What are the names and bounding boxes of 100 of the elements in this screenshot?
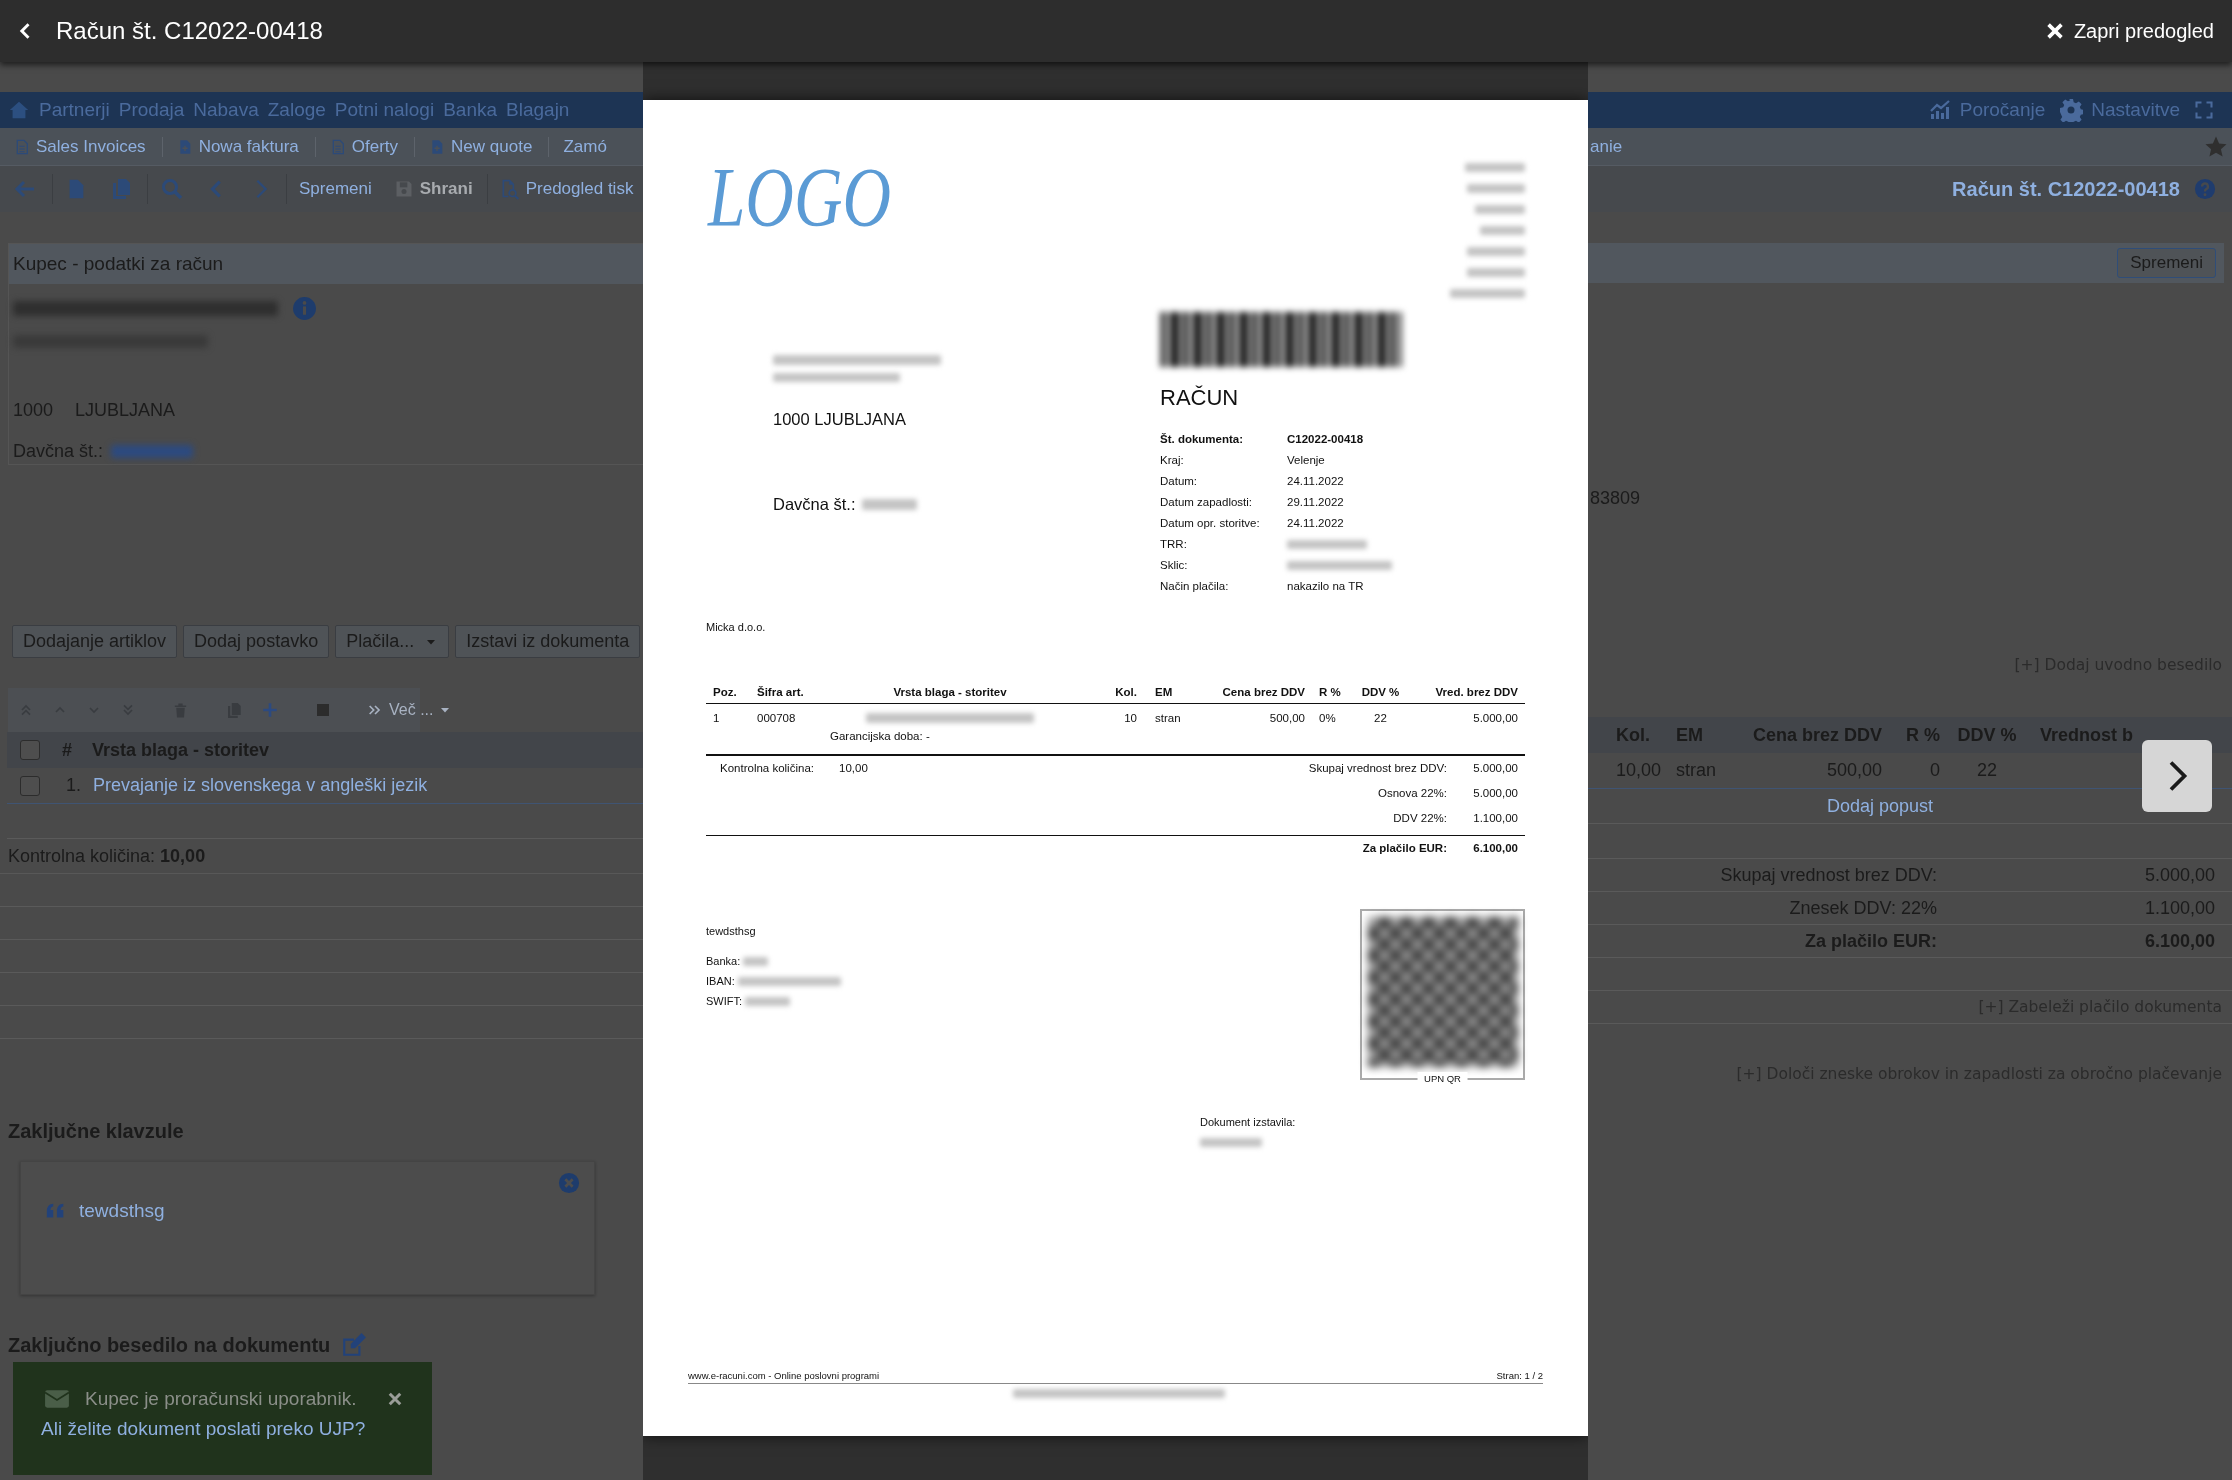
tax-number-label: Davčna št.: [773,494,856,514]
window-title: Račun št. C12022-00418 [56,17,324,45]
total-value: 5.000,00 [1472,761,1519,776]
control-quantity-value: 10,00 [839,761,868,776]
nav-link[interactable]: Blagajn [506,99,570,121]
field-value: C12022-00418 [1287,432,1364,447]
edit-icon[interactable] [340,1332,369,1358]
submenu-link[interactable]: Zamó [563,136,623,157]
field-label: Datum zapadlosti: [1160,495,1254,510]
redacted-text [1480,226,1525,235]
table-cell: 22 [1374,712,1387,724]
item-link[interactable]: Prevajanje iz slovenskega v angleški jezik [93,775,428,796]
fullscreen-icon[interactable] [2194,100,2214,120]
redacted-text [1200,1138,1262,1147]
total-value: 5.000,00 [1472,786,1519,801]
field-value: 24.11.2022 [1287,474,1344,489]
select-all-checkbox[interactable] [20,740,40,760]
clause-text: tewdsthsg [79,1200,165,1222]
table-cell: 1 [713,712,720,724]
column-header: DDV % [1361,686,1400,698]
total-label: Skupaj vrednost brez DDV: [1307,761,1447,776]
submenu-link[interactable]: anie [1590,136,1623,157]
redacted-text [1467,268,1525,277]
control-quantity-label: Kontrolna količina: [720,761,815,776]
redacted-text [745,996,791,1006]
submenu-link[interactable]: New quote [429,136,550,157]
info-icon[interactable] [292,296,317,321]
edit-button[interactable]: Spremeni [2117,248,2216,278]
nav-link[interactable]: Banka [443,99,498,121]
issued-by-label: Dokument izstavila: [1200,1115,1297,1130]
print-preview-link[interactable]: Predogled tisk [499,177,634,201]
total-value: 6.100,00 [1472,841,1519,856]
total-label: Za plačilo EUR: [1361,841,1447,856]
close-icon[interactable] [386,1390,404,1408]
field-label: Način plačila: [1160,579,1230,594]
nav-link[interactable]: Partnerji [39,99,110,121]
nav-link[interactable]: Nabava [193,99,259,121]
bank-label: SWIFT: [706,994,743,1009]
field-value: nakazilo na TR [1287,579,1364,594]
action-button[interactable]: Dodajanje artiklov [12,625,178,658]
nav-link[interactable]: Potni nalogi [334,99,435,121]
total-label: DDV 22%: [1392,811,1447,826]
total-label: Osnova 22%: [1376,786,1447,801]
bank-label: IBAN: [706,974,735,989]
nav-link[interactable]: Nastavitve [2059,98,2180,122]
redacted-text [1467,247,1525,256]
field-label: Datum opr. storitve: [1160,516,1261,531]
nav-link[interactable]: Poročanje [1927,98,2046,122]
redacted-text [1475,205,1525,214]
redacted-text [861,498,917,510]
add-discount-link[interactable]: Dodaj popust [1827,795,1934,817]
total-value: 1.100,00 [1472,811,1519,826]
table-cell: 500,00 [1269,712,1305,724]
redacted-text [1467,184,1525,193]
help-icon[interactable] [2194,178,2216,200]
nav-link[interactable]: Prodaja [118,99,185,121]
submenu-link[interactable]: Nowa faktura [176,136,316,157]
table-cell: 10 [1124,712,1137,724]
action-button[interactable]: Izstavi iz dokumenta [455,625,641,658]
table-cell: 0% [1319,712,1336,724]
panel-header: Kupec - podatki za račun [9,244,643,284]
table-cell: 5.000,00 [1473,712,1518,724]
field-value: Velenje [1287,453,1325,468]
home-icon[interactable] [8,99,30,121]
remove-icon[interactable] [558,1172,580,1194]
submenu-link[interactable]: Oferty [329,136,416,157]
column-header: Šifra art. [757,686,804,698]
field-value: 24.11.2022 [1287,516,1344,531]
issuer-text: Micka d.o.o. [706,620,767,634]
search-icon[interactable] [160,177,184,201]
column-header: Kol. [1115,686,1137,698]
action-button[interactable]: Plačila... [335,625,450,658]
field-label: TRR: [1160,537,1188,552]
stop-icon[interactable] [315,702,331,718]
address-text: 1000 LJUBLJANA [773,409,907,429]
row-checkbox[interactable] [20,775,40,796]
field-label: Datum: [1160,474,1199,489]
notification-link[interactable]: Ali želite dokument poslati preko UJP? [41,1418,366,1440]
save-button[interactable]: Shrani [393,179,473,199]
more-menu[interactable]: Več ... [367,701,452,719]
field-value: 29.11.2022 [1287,495,1344,510]
settings-icon [2059,98,2084,122]
notification-text: Kupec je proračunski uporabnik. [85,1388,358,1410]
edit-link[interactable]: Spremeni [299,179,372,199]
next-button[interactable] [2142,740,2212,812]
bank-label: Banka: [706,954,741,969]
nav-link[interactable]: Zaloge [267,99,326,121]
redacted-text [743,956,769,966]
footer-text: www.e-racuni.com - Online poslovni programi [688,1369,880,1383]
action-button[interactable]: Dodaj postavko [183,625,330,658]
page-number: Stran: 1 / 2 [1496,1369,1543,1383]
table-cell: 000708 [757,712,796,724]
redacted-text [1465,163,1525,172]
document-title: RAČUN [1160,385,1240,411]
document-title: Račun št. C12022-00418 [1952,177,2180,201]
column-header: R % [1319,686,1341,698]
column-header: EM [1155,686,1173,698]
submenu-link[interactable]: Sales Invoices [14,136,163,157]
close-preview-button[interactable]: Zapri predogled [2043,15,2214,47]
add-icon[interactable] [261,701,279,719]
